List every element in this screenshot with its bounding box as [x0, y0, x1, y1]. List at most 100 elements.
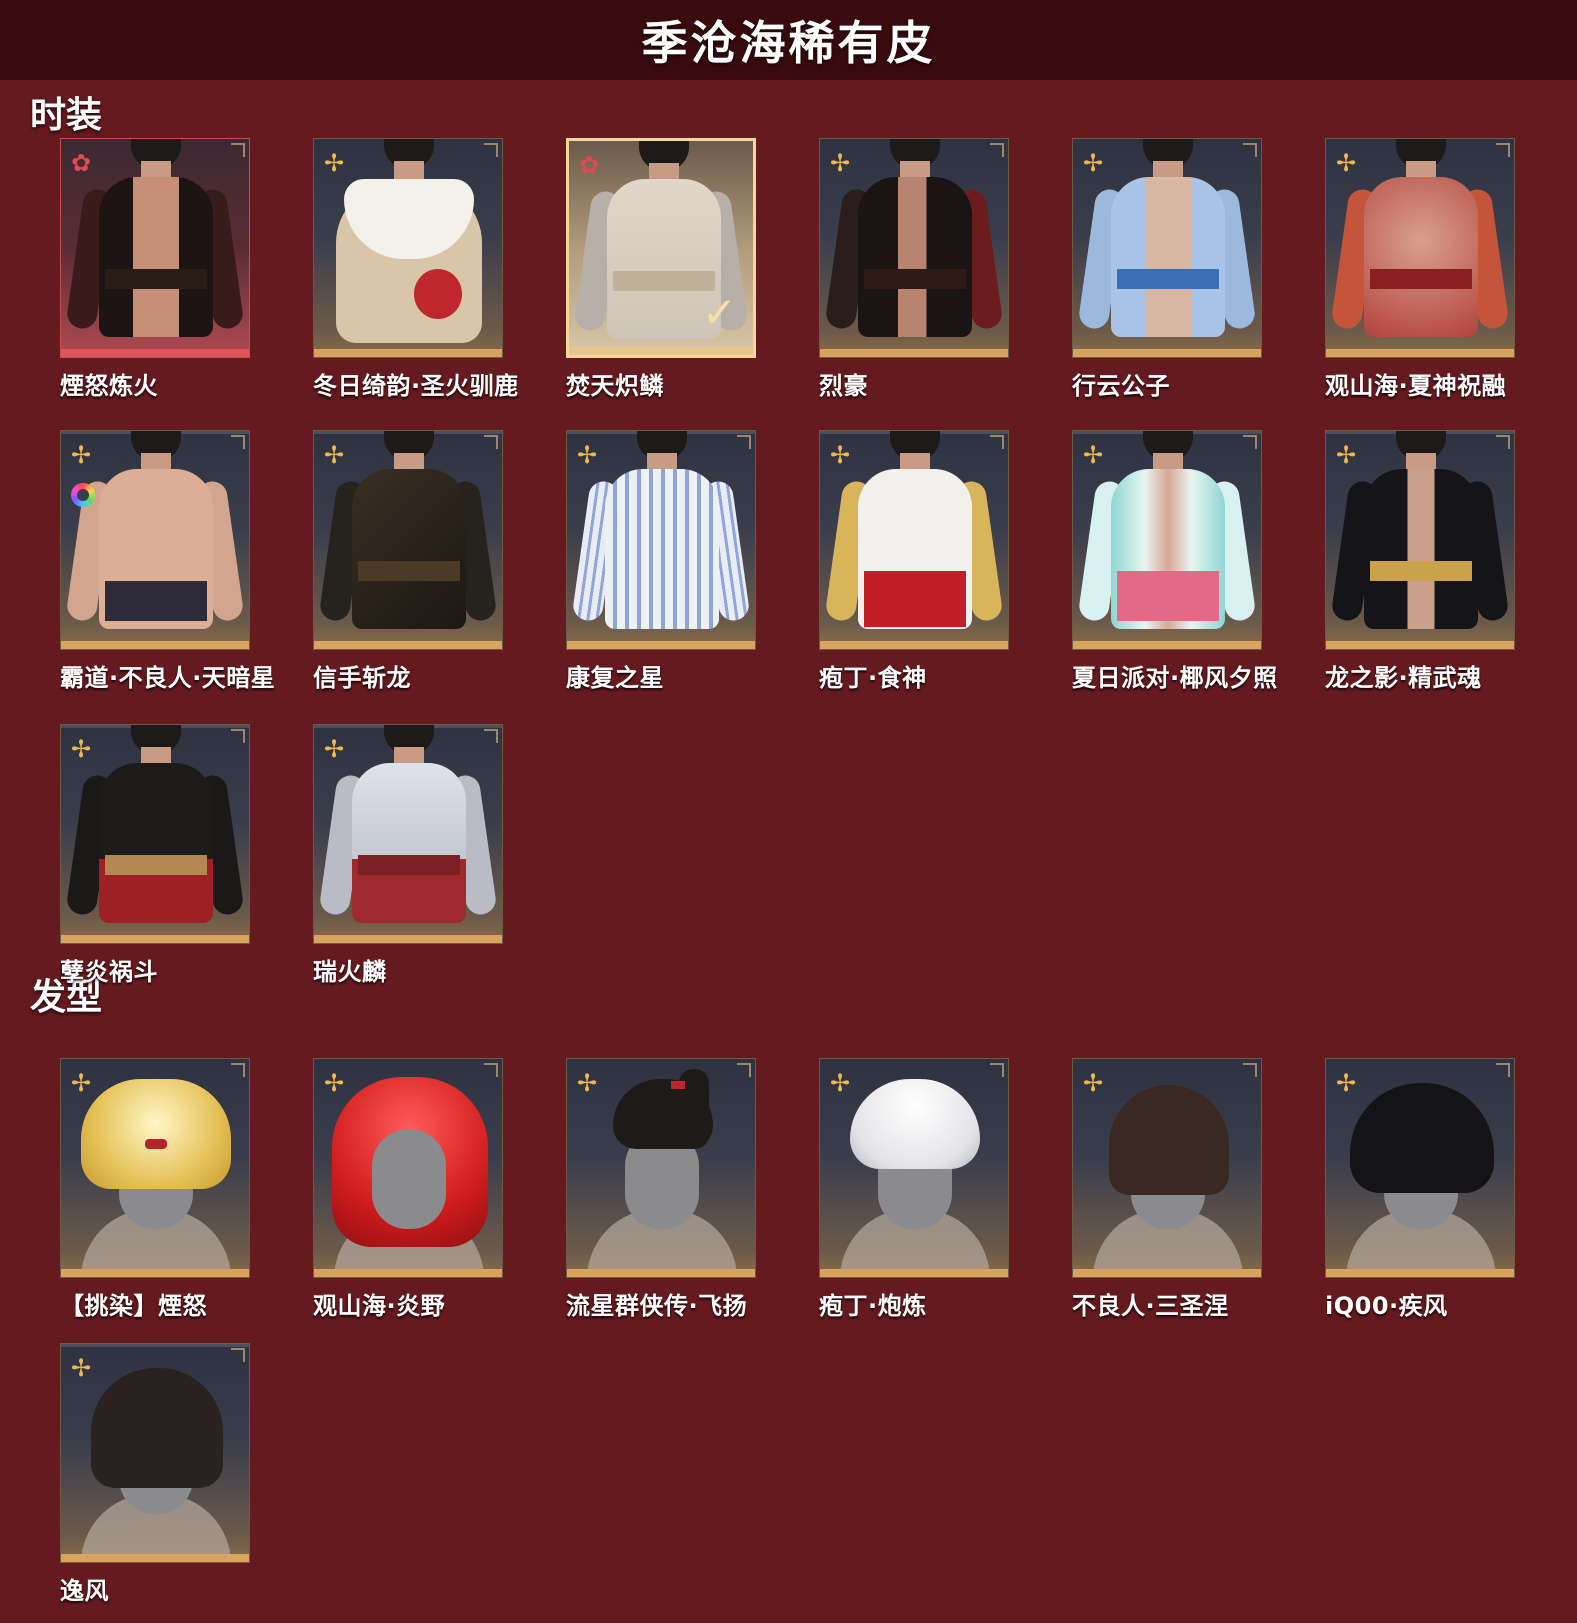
corner-mark-icon — [1496, 143, 1510, 157]
outfit-thumbnail[interactable]: ✢ — [819, 430, 1009, 650]
gold-flower-icon: ✢ — [830, 1069, 851, 1097]
gold-flower-icon: ✢ — [1336, 1069, 1357, 1097]
hairstyle-card[interactable]: ✢ 流星群侠传·飞扬 — [566, 1058, 758, 1321]
hairstyle-thumbnail[interactable]: ✢ — [60, 1058, 250, 1278]
outfit-thumbnail[interactable]: ✢ — [1072, 430, 1262, 650]
outfit-thumbnail[interactable]: ✢ — [60, 724, 250, 944]
hairstyle-thumbnail[interactable]: ✢ — [60, 1343, 250, 1563]
hairstyle-name: iQ00·疾风 — [1325, 1292, 1448, 1320]
corner-mark-icon — [990, 1063, 1004, 1077]
hairstyle-card[interactable]: ✢ 不良人·三圣涅 — [1072, 1058, 1264, 1321]
outfit-thumbnail[interactable]: ✢ — [60, 430, 250, 650]
corner-mark-icon — [737, 1063, 751, 1077]
outfit-card[interactable]: ✢ 冬日绮韵·圣火驯鹿 — [313, 138, 519, 401]
hairstyle-name: 流星群侠传·飞扬 — [566, 1292, 748, 1320]
outfit-name: 焚天炽鳞 — [566, 372, 664, 400]
outfit-thumbnail[interactable]: ✢ — [1325, 430, 1515, 650]
corner-mark-icon — [1496, 435, 1510, 449]
corner-mark-icon — [231, 143, 245, 157]
outfit-name: 行云公子 — [1072, 372, 1170, 400]
outfit-card[interactable]: ✢ 康复之星 — [566, 430, 758, 693]
gold-flower-icon: ✢ — [830, 441, 851, 469]
corner-mark-icon — [1496, 1063, 1510, 1077]
hairstyle-card[interactable]: ✢ iQ00·疾风 — [1325, 1058, 1517, 1321]
outfit-name: 疱丁·食神 — [819, 664, 927, 692]
corner-mark-icon — [484, 143, 498, 157]
hairstyle-thumbnail[interactable]: ✢ — [313, 1058, 503, 1278]
outfit-name: 信手斩龙 — [313, 664, 411, 692]
hairstyle-thumbnail[interactable]: ✢ — [819, 1058, 1009, 1278]
gold-flower-icon: ✢ — [577, 441, 598, 469]
outfit-name: 夏日派对·椰风夕照 — [1072, 664, 1278, 692]
outfit-thumbnail[interactable]: ✢ — [1072, 138, 1262, 358]
hairstyle-name: 逸风 — [60, 1577, 109, 1605]
outfit-thumbnail[interactable]: ✢ — [313, 138, 503, 358]
outfit-card[interactable]: ✢ 霸道·不良人·天暗星 — [60, 430, 276, 693]
outfit-thumbnail[interactable]: ✢ — [313, 430, 503, 650]
hairstyle-card[interactable]: ✢ 疱丁·炮炼 — [819, 1058, 1011, 1321]
hairstyle-name: 观山海·炎野 — [313, 1292, 446, 1320]
outfit-thumbnail[interactable]: ✢ — [313, 724, 503, 944]
gold-flower-icon: ✢ — [71, 735, 92, 763]
hairstyle-card[interactable]: ✢ 观山海·炎野 — [313, 1058, 505, 1321]
hairstyle-card[interactable]: ✢ 【挑染】煙怒 — [60, 1058, 252, 1321]
color-palette-icon — [71, 483, 95, 507]
hairstyle-name: 疱丁·炮炼 — [819, 1292, 927, 1320]
outfit-card[interactable]: ✢ 烈豪 — [819, 138, 1011, 401]
outfit-thumbnail[interactable]: ✢ — [819, 138, 1009, 358]
outfit-card[interactable]: ✢ 龙之影·精武魂 — [1325, 430, 1517, 693]
outfit-name: 冬日绮韵·圣火驯鹿 — [313, 372, 519, 400]
corner-mark-icon — [484, 729, 498, 743]
corner-mark-icon — [231, 729, 245, 743]
outfit-name: 霸道·不良人·天暗星 — [60, 664, 276, 692]
gold-flower-icon: ✢ — [1336, 441, 1357, 469]
outfit-name: 烈豪 — [819, 372, 868, 400]
outfit-card[interactable]: ✢ 夏日派对·椰风夕照 — [1072, 430, 1278, 693]
corner-mark-icon — [484, 435, 498, 449]
corner-mark-icon — [484, 1063, 498, 1077]
outfit-name: 康复之星 — [566, 664, 664, 692]
section-title-outfits: 时装 — [30, 95, 103, 136]
corner-mark-icon — [990, 143, 1004, 157]
outfit-card[interactable]: ✿ ✓ 焚天炽鳞 — [566, 138, 758, 401]
gold-flower-icon: ✢ — [324, 149, 345, 177]
outfit-card[interactable]: ✢ 疱丁·食神 — [819, 430, 1011, 693]
hairstyle-thumbnail[interactable]: ✢ — [1325, 1058, 1515, 1278]
gold-flower-icon: ✢ — [71, 1354, 92, 1382]
outfit-card[interactable]: ✿ 煙怒炼火 — [60, 138, 252, 401]
outfit-name: 龙之影·精武魂 — [1325, 664, 1482, 692]
hairstyle-thumbnail[interactable]: ✢ — [566, 1058, 756, 1278]
corner-mark-icon — [1243, 435, 1257, 449]
hairstyle-name: 【挑染】煙怒 — [60, 1292, 207, 1320]
corner-mark-icon — [990, 435, 1004, 449]
gold-flower-icon: ✢ — [324, 735, 345, 763]
outfit-card[interactable]: ✢ 行云公子 — [1072, 138, 1264, 401]
gold-flower-icon: ✢ — [830, 149, 851, 177]
outfit-name: 观山海·夏神祝融 — [1325, 372, 1507, 400]
outfit-card[interactable]: ✢ 信手斩龙 — [313, 430, 505, 693]
outfit-card[interactable]: ✢ 观山海·夏神祝融 — [1325, 138, 1517, 401]
hairstyle-thumbnail[interactable]: ✢ — [1072, 1058, 1262, 1278]
outfit-name: 煙怒炼火 — [60, 372, 158, 400]
gold-flower-icon: ✢ — [1336, 149, 1357, 177]
corner-mark-icon — [231, 1348, 245, 1362]
gold-flower-icon: ✢ — [71, 441, 92, 469]
outfit-thumbnail-selected[interactable]: ✿ ✓ — [566, 138, 756, 358]
corner-mark-icon — [1243, 1063, 1257, 1077]
outfit-thumbnail[interactable]: ✢ — [566, 430, 756, 650]
outfit-thumbnail[interactable]: ✢ — [1325, 138, 1515, 358]
hairstyle-name: 不良人·三圣涅 — [1072, 1292, 1229, 1320]
outfit-card[interactable]: ✢ 瑞火麟 — [313, 724, 505, 987]
gold-flower-icon: ✢ — [1083, 1069, 1104, 1097]
hairstyle-card[interactable]: ✢ 逸风 — [60, 1343, 252, 1606]
outfit-card[interactable]: ✢ 孽炎祸斗 — [60, 724, 252, 987]
checkmark-icon: ✓ — [701, 288, 737, 337]
corner-mark-icon — [1243, 143, 1257, 157]
gold-flower-icon: ✢ — [1083, 441, 1104, 469]
title-bar: 季沧海稀有皮 — [0, 0, 1577, 80]
gold-flower-icon: ✢ — [324, 441, 345, 469]
outfit-thumbnail[interactable]: ✿ — [60, 138, 250, 358]
gold-flower-icon: ✢ — [71, 1069, 92, 1097]
outfit-name: 孽炎祸斗 — [60, 958, 158, 986]
gold-flower-icon: ✢ — [1083, 149, 1104, 177]
